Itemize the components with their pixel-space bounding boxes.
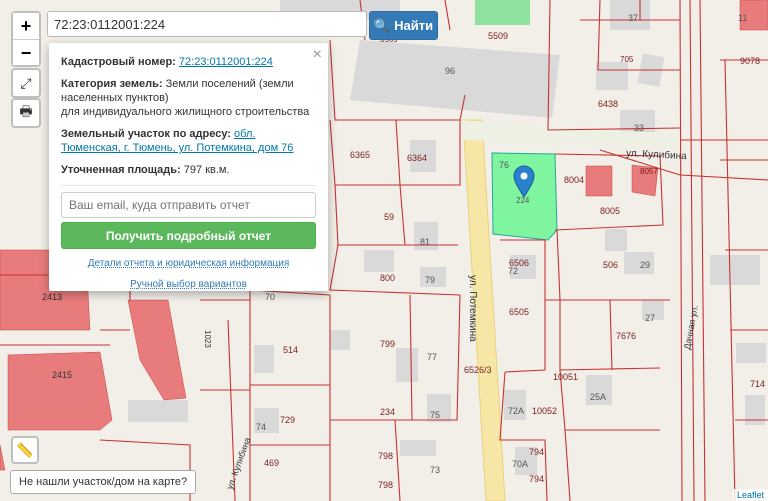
label: 799 <box>380 339 395 349</box>
address-label: Земельный участок по адресу: <box>61 128 231 140</box>
email-field[interactable] <box>61 192 316 218</box>
label: 794 <box>529 447 544 457</box>
label: 506 <box>603 260 618 270</box>
label: 29 <box>640 260 650 270</box>
label: 6365 <box>350 150 370 160</box>
label: 6526/3 <box>464 365 492 375</box>
get-report-button[interactable]: Получить подробный отчет <box>61 222 316 249</box>
divider <box>61 185 316 186</box>
printer-icon: 🖶 <box>19 103 33 119</box>
cadastral-link[interactable]: 72:23:0112001:224 <box>179 56 273 68</box>
zoom-in-button[interactable]: + <box>13 13 39 39</box>
expand-icon: ⤢ <box>20 74 32 91</box>
label: 70 <box>265 292 275 302</box>
area-row: Уточненная площадь: 797 кв.м. <box>61 163 316 177</box>
cadastral-label: Кадастровый номер: <box>61 56 176 68</box>
area-value: 797 кв.м. <box>183 164 230 176</box>
label: 1023 <box>203 330 212 348</box>
category-row: Категория земель: Земли поселений (земли… <box>61 77 316 119</box>
label: 11 <box>738 13 747 23</box>
parcel-popup: × Кадастровый номер: 72:23:0112001:224 К… <box>49 43 328 291</box>
leaflet-link[interactable]: Leaflet <box>737 490 764 500</box>
search-input[interactable] <box>47 11 367 37</box>
label: 75 <box>430 410 440 420</box>
label: 469 <box>264 458 279 468</box>
zoom-control: + − <box>11 11 41 67</box>
label: 76 <box>499 160 509 170</box>
manual-row: Ручной выбор вариантов <box>61 279 316 290</box>
label: 800 <box>380 273 395 283</box>
category-label: Категория земель: <box>61 78 163 90</box>
label: 10051 <box>553 372 578 382</box>
fullscreen-button[interactable]: ⤢ <box>11 68 41 98</box>
label: 224 <box>516 196 530 205</box>
label: 8057 <box>640 167 658 176</box>
cadastral-row: Кадастровый номер: 72:23:0112001:224 <box>61 55 316 69</box>
label: 33 <box>634 123 644 133</box>
label: 234 <box>380 407 395 417</box>
measure-button[interactable]: 📏 <box>11 436 39 464</box>
label: 6438 <box>598 99 618 109</box>
label: 8004 <box>564 175 584 185</box>
area-label: Уточненная площадь: <box>61 164 181 176</box>
label: 729 <box>280 415 295 425</box>
label: 72А <box>508 406 524 416</box>
label: 73 <box>430 465 440 475</box>
label: 70А <box>512 459 528 469</box>
details-row: Детали отчета и юридическая информация <box>61 258 316 269</box>
label: 798 <box>378 451 393 461</box>
close-icon[interactable]: × <box>313 46 322 64</box>
search-button[interactable]: 🔍 Найти <box>369 11 438 40</box>
label: 514 <box>283 345 298 355</box>
label: 72 <box>508 266 518 276</box>
ruler-icon: 📏 <box>16 441 34 458</box>
details-link[interactable]: Детали отчета и юридическая информация <box>88 258 290 269</box>
search-icon: 🔍 <box>373 17 391 33</box>
label: 27 <box>645 313 655 323</box>
label: 5509 <box>488 31 508 41</box>
label: 6364 <box>407 153 427 163</box>
label: 9078 <box>740 56 760 66</box>
label: 2415 <box>52 370 72 380</box>
label: 6505 <box>509 307 529 317</box>
print-button[interactable]: 🖶 <box>11 98 41 128</box>
label: 25А <box>590 392 606 402</box>
label: 96 <box>445 66 455 76</box>
search-button-label: Найти <box>394 18 434 33</box>
manual-selection-link[interactable]: Ручной выбор вариантов <box>130 279 247 290</box>
label: 77 <box>427 352 437 362</box>
label: 7676 <box>616 331 636 341</box>
label: 794 <box>529 474 544 484</box>
not-found-button[interactable]: Не нашли участок/дом на карте? <box>10 470 197 494</box>
street-label: ул. Потемкина <box>467 275 478 342</box>
label: 10052 <box>532 406 557 416</box>
label: 59 <box>384 212 394 222</box>
label: 714 <box>750 379 765 389</box>
label: 81 <box>420 237 430 247</box>
label: 798 <box>378 480 393 490</box>
label: 705 <box>620 55 634 64</box>
label: 2413 <box>42 292 62 302</box>
label: 37 <box>628 13 638 23</box>
zoom-out-button[interactable]: − <box>13 39 39 65</box>
category-purpose: для индивидуального жилищного строительс… <box>61 106 310 118</box>
label: 8005 <box>600 206 620 216</box>
attribution: Leaflet <box>732 489 768 501</box>
address-row: Земельный участок по адресу: обл. Тюменс… <box>61 127 316 155</box>
label: 79 <box>425 275 435 285</box>
label: 74 <box>256 422 266 432</box>
